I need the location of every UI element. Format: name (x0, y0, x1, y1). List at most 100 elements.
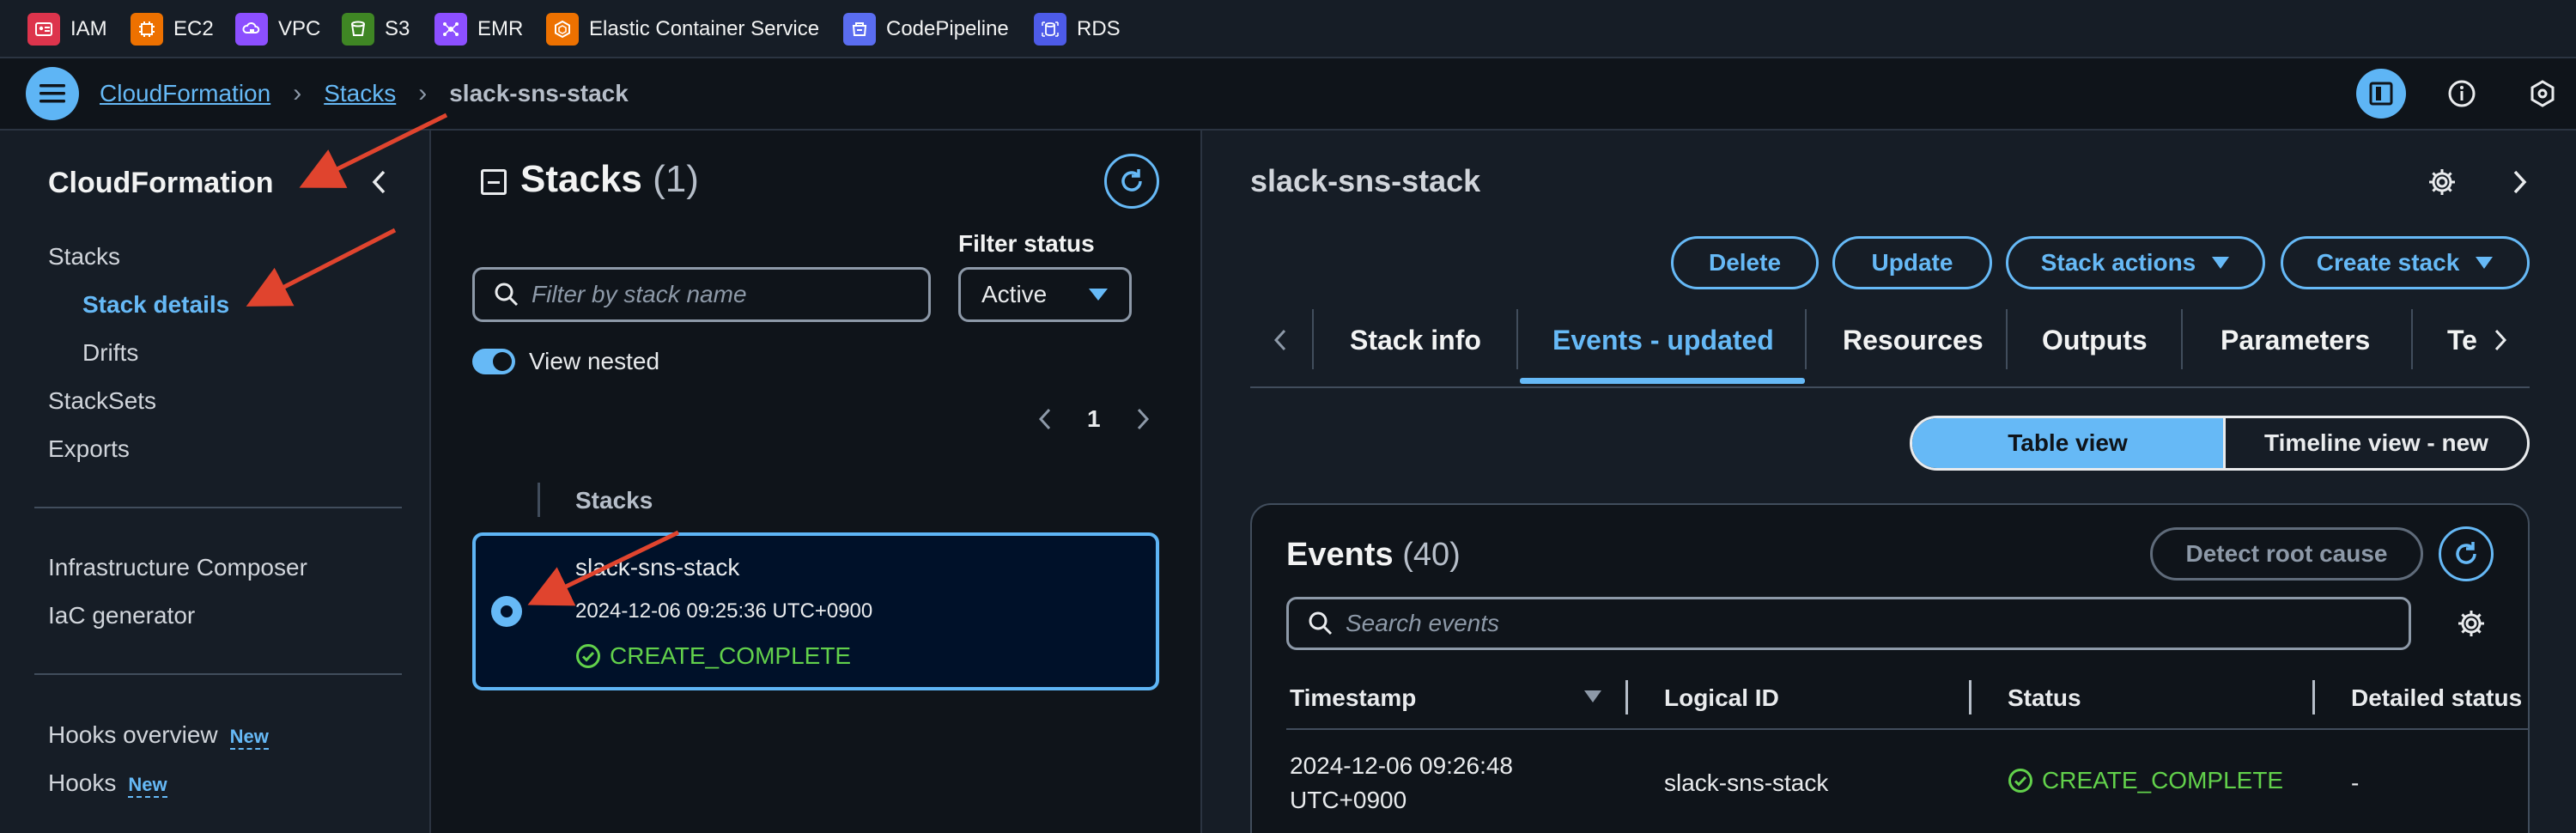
service-emr[interactable]: EMR (434, 12, 523, 46)
collapse-nav-button[interactable] (364, 163, 395, 201)
column-resizer[interactable] (1969, 680, 1971, 714)
table-view-button[interactable]: Table view (1912, 418, 2223, 468)
table-header-divider (1286, 728, 2530, 730)
stack-status-text: CREATE_COMPLETE (610, 642, 852, 669)
vpc-icon (235, 13, 268, 46)
refresh-icon (2456, 542, 2476, 564)
nav-item-infrastructure-composer[interactable]: Infrastructure Composer (48, 554, 307, 581)
rds-icon (1034, 13, 1066, 46)
tab-resources[interactable]: Resources (1843, 325, 1984, 356)
stack-status: CREATE_COMPLETE (575, 642, 851, 670)
filter-status-select[interactable]: Active (958, 267, 1132, 322)
event-status: CREATE_COMPLETE (2008, 767, 2283, 794)
chevron-right-icon: › (293, 79, 302, 107)
stack-radio-selected[interactable] (491, 596, 522, 627)
detail-settings-button[interactable] (2423, 163, 2461, 201)
service-label: IAM (70, 17, 107, 40)
stack-actions-button[interactable]: Stack actions (2006, 236, 2265, 289)
refresh-stacks-button[interactable] (1104, 154, 1159, 209)
s3-icon (342, 13, 374, 46)
close-detail-button[interactable] (2504, 163, 2535, 201)
detail-title: slack-sns-stack (1250, 163, 1481, 198)
column-header-status[interactable]: Status (2008, 684, 2081, 712)
tabs-scroll-left-button[interactable] (1267, 325, 1293, 356)
breadcrumb-cloudformation[interactable]: CloudFormation (100, 80, 270, 107)
view-nested-label: View nested (529, 348, 660, 374)
chevron-left-icon (1273, 329, 1286, 351)
service-label: VPC (278, 17, 321, 40)
next-page-button[interactable] (1130, 404, 1156, 435)
event-detailed-status: - (2351, 769, 2360, 796)
current-page[interactable]: 1 (1087, 405, 1101, 433)
tab-events[interactable]: Events - updated (1552, 325, 1774, 356)
tabs-scroll-right-button[interactable] (2485, 323, 2516, 357)
nav-item-drifts[interactable]: Drifts (82, 339, 138, 367)
tab-outputs[interactable]: Outputs (2042, 325, 2148, 356)
service-ecs[interactable]: Elastic Container Service (546, 12, 819, 46)
service-s3[interactable]: S3 (342, 12, 410, 46)
nav-item-stacksets[interactable]: StackSets (48, 387, 156, 415)
stacks-column-header: Stacks (575, 487, 653, 514)
settings-button[interactable] (2518, 69, 2567, 119)
gear-icon (2458, 611, 2484, 636)
column-resizer[interactable] (1625, 680, 1628, 714)
nav-item-stacks[interactable]: Stacks (48, 243, 120, 271)
sort-descending-icon[interactable] (1583, 690, 1602, 703)
iam-icon (27, 13, 60, 46)
tab-divider (2181, 309, 2183, 369)
column-header-logical-id[interactable]: Logical ID (1664, 684, 1779, 712)
stack-search-input[interactable]: Filter by stack name (472, 267, 931, 322)
view-nested-toggle[interactable] (472, 349, 515, 374)
breadcrumb-current: slack-sns-stack (449, 80, 629, 106)
timeline-view-label: Timeline view - new (2264, 429, 2488, 456)
stacks-heading-text: Stacks (520, 158, 642, 200)
chevron-right-icon (2494, 329, 2507, 351)
chevron-right-icon: › (418, 79, 428, 107)
events-preferences-button[interactable] (2452, 605, 2490, 642)
column-header-detailed-status[interactable]: Detailed status (2351, 684, 2522, 712)
filter-status-value: Active (981, 281, 1048, 307)
service-ec2[interactable]: EC2 (131, 12, 214, 46)
new-badge: New (229, 726, 269, 750)
service-vpc[interactable]: VPC (235, 12, 320, 46)
tab-stack-info[interactable]: Stack info (1350, 325, 1481, 356)
service-rds[interactable]: RDS (1034, 12, 1121, 46)
timeline-view-button[interactable]: Timeline view - new (2226, 418, 2527, 468)
collapse-panel-icon[interactable] (481, 169, 507, 195)
column-resizer[interactable] (2312, 680, 2315, 714)
split-panel-toggle-button[interactable] (2356, 69, 2406, 119)
tab-divider (1516, 309, 1518, 369)
menu-button[interactable] (26, 67, 79, 120)
events-heading-text: Events (1286, 537, 1394, 573)
column-header-timestamp[interactable]: Timestamp (1290, 684, 1416, 712)
nav-item-hooks-row[interactable]: Hooks New (48, 769, 167, 798)
service-label: CodePipeline (886, 17, 1009, 40)
ecs-icon (546, 13, 579, 46)
update-button[interactable]: Update (1832, 236, 1992, 289)
nav-item-iac-generator[interactable]: IaC generator (48, 602, 195, 629)
column-divider (538, 483, 540, 517)
detect-root-cause-button[interactable]: Detect root cause (2150, 527, 2423, 581)
nav-item-hooks[interactable]: Hooks (48, 769, 116, 797)
breadcrumb-stacks[interactable]: Stacks (324, 80, 396, 107)
previous-page-button[interactable] (1032, 404, 1058, 435)
tab-divider (2006, 309, 2008, 369)
delete-button[interactable]: Delete (1671, 236, 1819, 289)
event-timestamp-zone: UTC+0900 (1290, 787, 1407, 813)
detect-root-cause-label: Detect root cause (2185, 540, 2388, 567)
nav-item-hooks-overview-row[interactable]: Hooks overview New (48, 721, 269, 750)
nav-item-stack-details[interactable]: Stack details (82, 291, 229, 319)
update-button-label: Update (1871, 249, 1953, 276)
refresh-events-button[interactable] (2439, 526, 2494, 581)
events-count: (40) (1402, 537, 1461, 573)
service-iam[interactable]: IAM (27, 12, 107, 46)
nav-item-exports[interactable]: Exports (48, 435, 130, 463)
nav-item-hooks-overview[interactable]: Hooks overview (48, 721, 218, 749)
tab-template-clipped[interactable]: Te (2447, 309, 2485, 369)
tab-parameters[interactable]: Parameters (2221, 325, 2370, 356)
create-stack-button[interactable]: Create stack (2281, 236, 2530, 289)
events-search-input[interactable]: Search events (1286, 597, 2411, 650)
tab-divider (1805, 309, 1807, 369)
info-button[interactable] (2437, 69, 2487, 119)
service-codepipeline[interactable]: CodePipeline (843, 12, 1009, 46)
